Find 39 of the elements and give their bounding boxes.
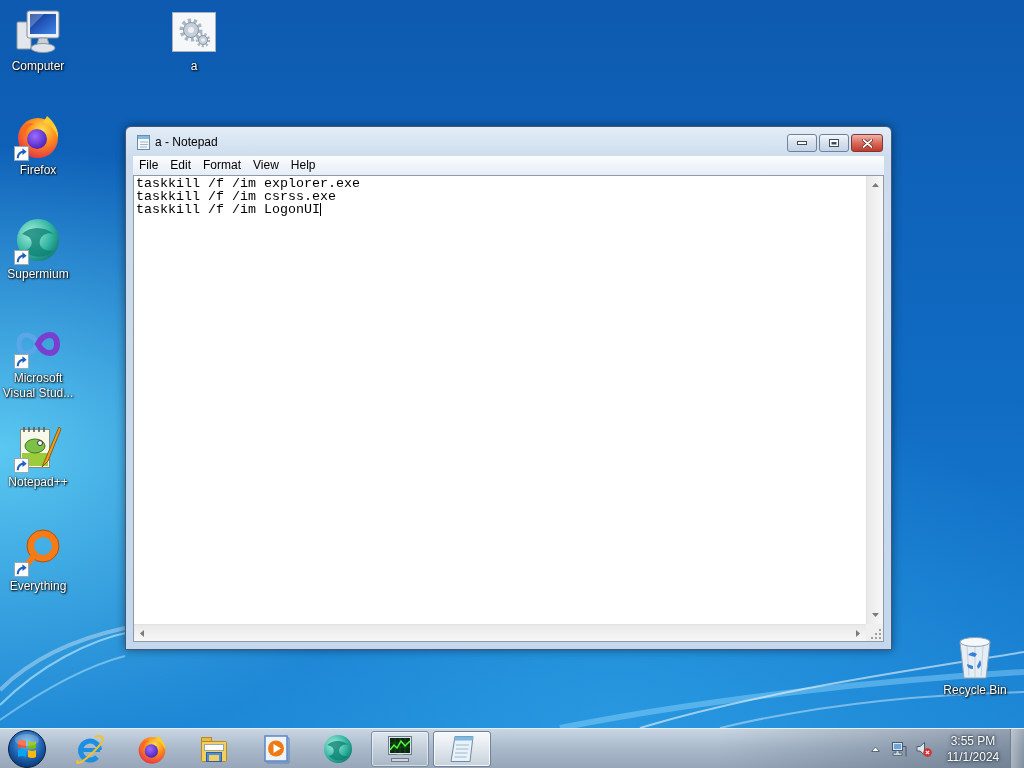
- desktop-item[interactable]: Supermium: [0, 216, 76, 282]
- taskbar-button[interactable]: [371, 730, 429, 767]
- clock-date[interactable]: 11/1/2024: [946, 748, 1000, 765]
- menu-item[interactable]: View: [247, 156, 285, 175]
- globe-icon: [322, 732, 354, 765]
- menu-item[interactable]: Format: [197, 156, 248, 175]
- desktop-item[interactable]: Computer: [0, 8, 76, 74]
- close-button[interactable]: [851, 134, 883, 152]
- computer-icon: [14, 8, 62, 56]
- horizontal-scrollbar[interactable]: [134, 624, 866, 641]
- maximize-icon: [829, 139, 839, 147]
- right-arrow-icon: [856, 629, 860, 637]
- network-icon[interactable]: [891, 740, 907, 757]
- text-line: taskkill /f /im csrss.exe: [136, 190, 336, 203]
- text-area[interactable]: taskkill /f /im explorer.exe taskkill /f /im csrss.exe taskkill /f /im LogonUI: [133, 175, 884, 642]
- menu-item[interactable]: Edit: [164, 156, 198, 175]
- menu-item[interactable]: Help: [284, 156, 322, 175]
- up-arrow-icon: [871, 183, 879, 187]
- speaker-muted-icon[interactable]: [916, 740, 932, 757]
- up-arrow-icon[interactable]: [871, 745, 880, 752]
- desktop-item[interactable]: Recycle Bin: [937, 632, 1013, 698]
- left-arrow-icon: [140, 629, 144, 637]
- text-line: taskkill /f /im explorer.exe: [136, 177, 360, 190]
- text-line: taskkill /f /im LogonUI: [136, 203, 320, 216]
- close-icon: [861, 138, 873, 148]
- minimize-icon: [797, 141, 807, 145]
- desktop-item[interactable]: a: [156, 8, 232, 74]
- vertical-scrollbar[interactable]: [866, 176, 883, 624]
- window-title: a - Notepad: [155, 134, 219, 149]
- minimize-button[interactable]: [787, 134, 817, 152]
- windows-orb-icon: [8, 729, 46, 768]
- down-arrow-icon: [871, 613, 879, 617]
- desktop-item[interactable]: Firefox: [0, 112, 76, 178]
- menu-item[interactable]: File: [133, 156, 165, 175]
- size-grip-icon[interactable]: [871, 629, 881, 639]
- maximize-button[interactable]: [819, 134, 849, 152]
- notepad-icon: [137, 133, 151, 150]
- globe-icon: [14, 216, 62, 264]
- e-logo-icon: [74, 732, 106, 765]
